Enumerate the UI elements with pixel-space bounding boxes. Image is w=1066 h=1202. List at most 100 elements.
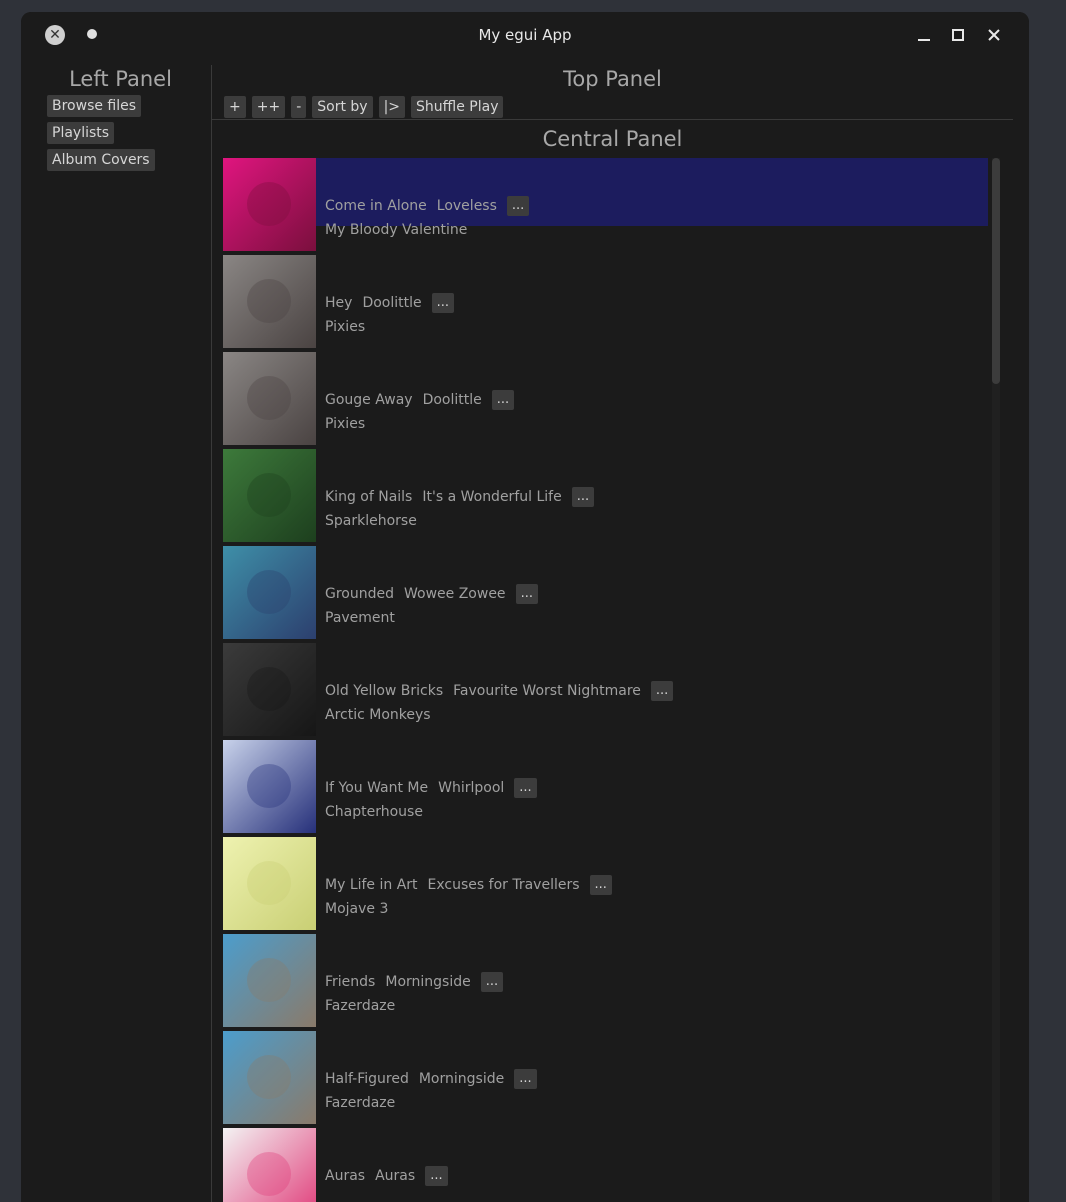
track-artist: Pixies bbox=[325, 416, 366, 432]
maximize-icon bbox=[952, 29, 964, 41]
track-info-line: King of Nails It's a Wonderful Life... bbox=[325, 487, 595, 507]
track-album: Doolittle bbox=[422, 392, 482, 408]
toolbar: + ++ - Sort by |> Shuffle Play bbox=[224, 96, 504, 118]
track-row[interactable]: Gouge Away Doolittle... Pixies bbox=[223, 352, 988, 445]
album-covers-button[interactable]: Album Covers bbox=[47, 149, 155, 171]
track-title: Gouge Away bbox=[325, 392, 413, 408]
track-more-button[interactable]: ... bbox=[491, 390, 515, 410]
track-title: If You Want Me bbox=[325, 780, 429, 796]
track-album: Doolittle bbox=[362, 295, 422, 311]
maximize-button[interactable] bbox=[945, 22, 971, 48]
album-cover bbox=[223, 934, 316, 1027]
browse-files-button[interactable]: Browse files bbox=[47, 95, 142, 117]
track-album: Excuses for Travellers bbox=[427, 877, 580, 893]
track-info-line: Hey Doolittle... bbox=[325, 293, 455, 313]
track-title: Grounded bbox=[325, 586, 394, 602]
track-title: Auras bbox=[325, 1168, 366, 1184]
track-row[interactable]: If You Want Me Whirlpool... Chapterhouse bbox=[223, 740, 988, 833]
minimize-icon bbox=[918, 39, 930, 41]
track-more-button[interactable]: ... bbox=[589, 875, 612, 895]
top-panel-heading: Top Panel bbox=[563, 67, 662, 91]
album-cover bbox=[223, 837, 316, 930]
album-cover bbox=[223, 158, 316, 251]
track-more-button[interactable]: ... bbox=[514, 778, 537, 798]
album-cover bbox=[223, 255, 316, 348]
track-album: It's a Wonderful Life bbox=[422, 489, 562, 505]
track-more-button[interactable]: ... bbox=[515, 584, 538, 604]
track-artist: Fazerdaze bbox=[325, 1095, 396, 1111]
track-row[interactable]: King of Nails It's a Wonderful Life... Spa… bbox=[223, 449, 988, 542]
track-artist: Chapterhouse bbox=[325, 804, 423, 820]
close-button[interactable] bbox=[981, 22, 1007, 48]
panel-divider[interactable] bbox=[211, 65, 212, 1202]
track-info-line: Come in Alone Loveless... bbox=[325, 196, 530, 216]
shuffle-play-button[interactable]: Shuffle Play bbox=[411, 96, 504, 118]
top-panel: Top Panel + ++ - Sort by |> Shuffle Play bbox=[212, 65, 1013, 119]
track-more-button[interactable]: ... bbox=[650, 681, 674, 701]
left-panel: Left Panel Browse files Playlists Album … bbox=[30, 65, 211, 1202]
track-album: Auras bbox=[375, 1168, 416, 1184]
central-panel-heading: Central Panel bbox=[542, 127, 683, 151]
track-row[interactable]: Come in Alone Loveless... My Bloody Valent… bbox=[223, 158, 988, 251]
track-artist: Mojave 3 bbox=[325, 901, 389, 917]
top-panel-divider bbox=[212, 119, 1013, 120]
track-row[interactable]: My Life in Art Excuses for Travellers... M… bbox=[223, 837, 988, 930]
track-info-line: If You Want Me Whirlpool... bbox=[325, 778, 537, 798]
track-info-line: Old Yellow Bricks Favourite Worst Nightma… bbox=[325, 681, 674, 701]
track-more-button[interactable]: ... bbox=[571, 487, 595, 507]
track-more-button[interactable]: ... bbox=[514, 1069, 537, 1089]
track-artist: Fazerdaze bbox=[325, 998, 396, 1014]
track-artist: Pavement bbox=[325, 610, 395, 626]
track-info-line: Auras Auras... bbox=[325, 1166, 448, 1186]
add-many-button[interactable]: ++ bbox=[251, 96, 286, 118]
scrollbar[interactable] bbox=[992, 158, 1000, 1202]
track-more-button[interactable]: ... bbox=[431, 293, 455, 313]
album-cover bbox=[223, 449, 316, 542]
play-button[interactable]: |> bbox=[378, 96, 406, 118]
title-bar: ✕ My egui App bbox=[21, 12, 1029, 57]
track-artist: Pixies bbox=[325, 319, 366, 335]
track-row[interactable]: Grounded Wowee Zowee... Pavement bbox=[223, 546, 988, 639]
album-cover bbox=[223, 740, 316, 833]
track-album: Loveless bbox=[436, 198, 497, 214]
track-title: Hey bbox=[325, 295, 353, 311]
sort-by-button[interactable]: Sort by bbox=[312, 96, 373, 118]
track-info-line: My Life in Art Excuses for Travellers... bbox=[325, 875, 612, 895]
track-album: Morningside bbox=[385, 974, 471, 990]
track-row[interactable]: Hey Doolittle... Pixies bbox=[223, 255, 988, 348]
track-row[interactable]: Old Yellow Bricks Favourite Worst Nightma… bbox=[223, 643, 988, 736]
track-album: Morningside bbox=[418, 1071, 505, 1087]
track-info-line: Gouge Away Doolittle... bbox=[325, 390, 515, 410]
track-title: Friends bbox=[325, 974, 376, 990]
track-title: King of Nails bbox=[325, 489, 413, 505]
track-artist: Sparklehorse bbox=[325, 513, 417, 529]
track-title: Old Yellow Bricks bbox=[325, 683, 444, 699]
album-cover bbox=[223, 1031, 316, 1124]
close-icon bbox=[988, 29, 1000, 41]
track-artist: My Bloody Valentine bbox=[325, 222, 468, 238]
track-row[interactable]: Half-Figured Morningside... Fazerdaze bbox=[223, 1031, 988, 1124]
central-panel-heading-wrap: Central Panel bbox=[212, 127, 1013, 151]
track-album: Wowee Zowee bbox=[404, 586, 506, 602]
track-more-button[interactable]: ... bbox=[480, 972, 504, 992]
playlists-button[interactable]: Playlists bbox=[47, 122, 115, 144]
minimize-button[interactable] bbox=[911, 22, 937, 48]
track-title: Half-Figured bbox=[325, 1071, 409, 1087]
album-cover bbox=[223, 546, 316, 639]
track-more-button[interactable]: ... bbox=[506, 196, 530, 216]
add-button[interactable]: + bbox=[224, 96, 246, 118]
window-title: My egui App bbox=[478, 26, 572, 44]
track-info-line: Grounded Wowee Zowee... bbox=[325, 584, 538, 604]
track-more-button[interactable]: ... bbox=[425, 1166, 448, 1186]
left-panel-heading: Left Panel bbox=[69, 67, 172, 91]
track-row[interactable]: Auras Auras... bbox=[223, 1128, 988, 1202]
track-info-line: Half-Figured Morningside... bbox=[325, 1069, 537, 1089]
track-artist: Arctic Monkeys bbox=[325, 707, 431, 723]
remove-button[interactable]: - bbox=[291, 96, 307, 118]
app-window: ✕ My egui App Left Panel Browse files Pl… bbox=[21, 12, 1029, 1202]
album-cover bbox=[223, 1128, 316, 1202]
track-album: Whirlpool bbox=[438, 780, 505, 796]
scrollbar-thumb[interactable] bbox=[992, 158, 1000, 384]
track-row[interactable]: Friends Morningside... Fazerdaze bbox=[223, 934, 988, 1027]
album-cover bbox=[223, 643, 316, 736]
